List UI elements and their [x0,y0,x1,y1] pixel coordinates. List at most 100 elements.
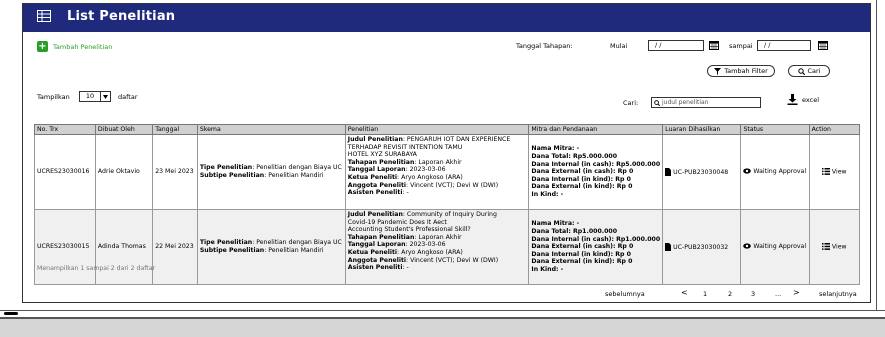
document-icon [665,242,672,251]
tanggal-laporan-value: : 2023-03-06 [405,166,446,174]
table-search-label: Cari: [623,99,639,107]
column-header[interactable]: Tanggal [152,124,198,135]
table-icon [37,10,51,22]
page-link[interactable]: 3 [751,290,755,298]
created-by: Adinda Thomas [94,209,154,285]
plus-icon: + [37,40,48,52]
filter-icon [714,67,722,75]
table-search-input[interactable]: judul penelitian [651,97,761,108]
skema-type-label: Tipe Penelitian [199,239,253,247]
entries-unit-label: daftar [118,93,138,101]
search-button[interactable]: Cari [788,65,830,77]
mitra-line: Dana Internal (in kind): Rp 0 [531,250,631,258]
mitra-cell: Nama Mitra: - Dana Total: Rp5.000.000 Da… [528,134,664,210]
chevron-down-icon [100,92,110,101]
anggota-value: : Vincent (VCT); Devi W (DWI) [406,181,499,189]
add-penelitian-label: Tambah Penelitian [53,42,113,51]
judul-label: Judul Penelitian [347,211,403,218]
penelitian-cell: Judul Penelitian: Community of Inquiry D… [344,209,530,285]
list-panel: List Penelitian + Tambah Penelitian Tang… [22,3,871,303]
table-row: UCRES23030016 Adrie Oktavio 23 Mei 2023 … [34,134,861,210]
page-ellipsis: ... [775,290,782,298]
mitra-line: Dana Total: Rp1.000.000 [531,228,618,236]
page-link[interactable]: 2 [728,290,732,298]
column-header[interactable]: Mitra dan Pendanaan [528,124,664,135]
luaran-link[interactable]: UC-PUB23030032 [673,244,728,251]
scrollbar-thumb[interactable] [4,312,18,315]
date-filter-label: Tanggal Tahapan: [516,42,573,50]
mitra-line: Nama Mitra: - [531,145,580,153]
trx-number: UCRES23030015 [34,209,96,285]
mitra-line: Dana External (in cash): Rp 0 [531,168,634,176]
excel-label: excel [802,95,819,104]
from-date-input[interactable]: / / [648,40,704,51]
ketua-value: : Aryo Angkoso (ARA) [397,248,463,256]
to-date-input[interactable]: / / [757,40,811,51]
anggota-value: : Vincent (VCT); Devi W (DWI) [406,256,499,264]
mitra-line: Dana External (in kind): Rp 0 [531,183,633,191]
row-date: 22 Mei 2023 [152,209,198,285]
view-action[interactable]: View [808,209,861,285]
judul-text-line3: Accounting Student's Professional Skill? [347,226,471,234]
calendar-icon[interactable] [709,40,719,50]
judul-text-line2: TERHADAP REVISIT INTENTION TAMU [347,143,463,151]
search-icon [654,99,660,106]
column-header[interactable]: Dibuat Oleh [94,124,154,135]
mitra-line: In Kind: - [531,265,564,273]
skema-sub: : Penelitian Mandiri [264,247,324,254]
luaran-link[interactable]: UC-PUB23030048 [673,169,728,176]
mitra-line: In Kind: - [531,190,564,198]
view-action[interactable]: View [808,134,861,210]
skema-sub-label: Subtipe Penelitian [199,172,265,179]
view-button[interactable]: View [832,168,847,175]
status-bar [0,318,885,337]
calendar-icon[interactable] [818,40,828,50]
row-date: 23 Mei 2023 [152,134,198,210]
excel-export-button[interactable]: excel [787,94,819,105]
prev-page-link[interactable]: sebelumnya [605,290,645,298]
ketua-label: Ketua Peneliti [347,173,398,181]
penelitian-table: No. Trx Dibuat Oleh Tanggal Skema Peneli… [34,124,861,285]
page-title: List Penelitian [67,9,176,24]
tanggal-laporan-label: Tanggal Laporan [347,241,406,249]
column-header[interactable]: Penelitian [344,124,530,135]
search-button-label: Cari [807,67,821,75]
column-header[interactable]: Status [740,124,810,135]
mitra-cell: Nama Mitra: - Dana Total: Rp1.000.000 Da… [528,209,664,285]
luaran-cell[interactable]: UC-PUB23030048 [662,134,742,210]
luaran-cell[interactable]: UC-PUB23030032 [662,209,742,285]
add-penelitian-button[interactable]: + Tambah Penelitian [37,41,112,52]
mitra-line: Dana Internal (in cash): Rp1.000.000 [531,235,661,243]
asisten-value: : - [402,189,409,197]
page-size-value: 10 [85,92,95,100]
column-header[interactable]: No. Trx [34,124,96,135]
ketua-value: : Aryo Angkoso (ARA) [397,173,463,181]
column-header[interactable]: Skema [196,124,346,135]
column-header[interactable]: Luaran Dihasilkan [662,124,742,135]
tahapan-label: Tahapan Penelitian [347,233,415,241]
horizontal-scrollbar[interactable] [0,310,885,318]
skema-type: : Penelitian dengan Biaya UC [252,239,342,247]
anggota-label: Anggota Peneliti [347,181,407,189]
column-header[interactable]: Action [808,124,861,135]
status-cell: Waiting Approval [740,209,810,285]
to-label: sampai [729,42,753,50]
asisten-label: Asisten Peneliti [347,264,403,272]
table-summary: Menampilkan 1 sampai 2 dari 2 daftar [37,265,156,272]
next-page-link[interactable]: selanjutnya [819,290,857,298]
asisten-value: : - [402,264,409,272]
prev-arrow[interactable]: < [681,288,688,297]
status-cell: Waiting Approval [740,134,810,210]
panel-header: List Penelitian [23,4,870,32]
mitra-line: Nama Mitra: - [531,220,580,228]
mitra-line: Dana Internal (in kind): Rp 0 [531,175,631,183]
page-size-select[interactable]: 10 [79,91,111,102]
next-arrow[interactable]: > [793,288,800,297]
add-filter-button[interactable]: Tambah Filter [707,65,775,77]
table-row: UCRES23030015 Adinda Thomas 22 Mei 2023 … [34,209,861,285]
tanggal-laporan-label: Tanggal Laporan [347,166,406,174]
view-button[interactable]: View [832,243,847,250]
page-link[interactable]: 1 [703,290,707,298]
skema-sub-label: Subtipe Penelitian [199,247,265,254]
anggota-label: Anggota Peneliti [347,256,407,264]
